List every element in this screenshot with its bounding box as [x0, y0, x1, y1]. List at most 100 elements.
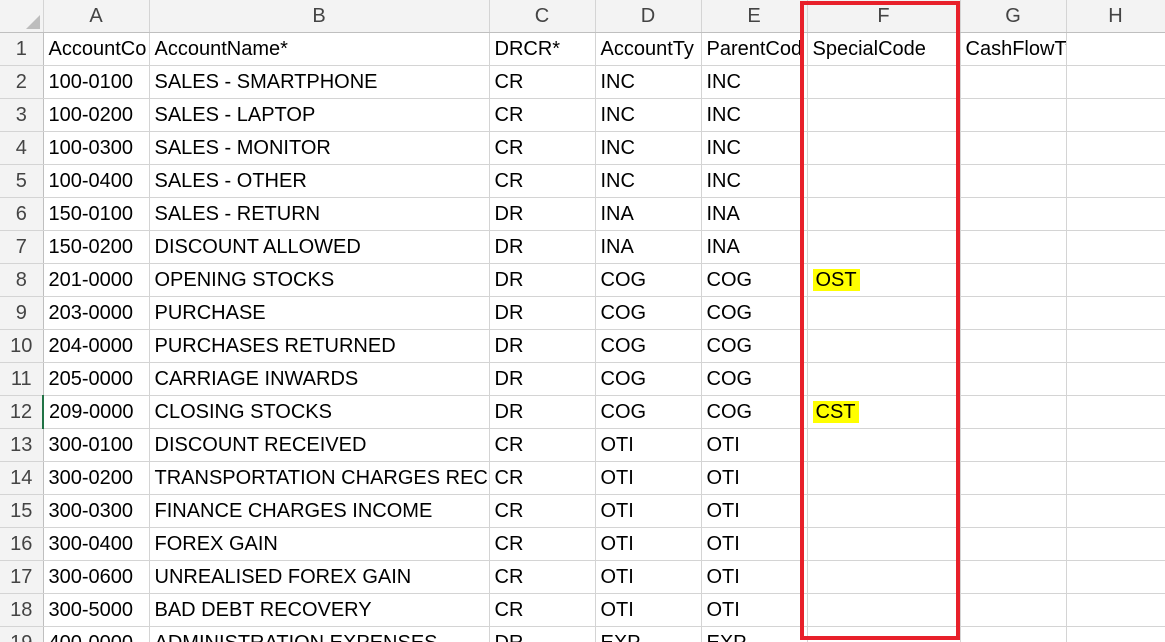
- cell-a9[interactable]: 203-0000: [43, 296, 150, 330]
- cell-a12[interactable]: 209-0000: [43, 395, 150, 429]
- cell-a5[interactable]: 100-0400: [43, 164, 150, 198]
- row-header-13[interactable]: 13: [0, 428, 44, 462]
- cell-e9[interactable]: COG: [701, 296, 808, 330]
- cell-c14[interactable]: CR: [489, 461, 596, 495]
- cell-e11[interactable]: COG: [701, 362, 808, 396]
- cell-a10[interactable]: 204-0000: [43, 329, 150, 363]
- cell-b8[interactable]: OPENING STOCKS: [149, 263, 490, 297]
- cell-d19[interactable]: EXP: [595, 626, 702, 642]
- cell-d2[interactable]: INC: [595, 65, 702, 99]
- cell-d14[interactable]: OTI: [595, 461, 702, 495]
- cell-g10[interactable]: [960, 329, 1067, 363]
- cell-g5[interactable]: [960, 164, 1067, 198]
- cell-a2[interactable]: 100-0100: [43, 65, 150, 99]
- cell-h18[interactable]: [1066, 593, 1165, 627]
- cell-e10[interactable]: COG: [701, 329, 808, 363]
- cell-a14[interactable]: 300-0200: [43, 461, 150, 495]
- cell-h5[interactable]: [1066, 164, 1165, 198]
- row-header-4[interactable]: 4: [0, 131, 44, 165]
- cell-a17[interactable]: 300-0600: [43, 560, 150, 594]
- select-all-corner[interactable]: [0, 0, 44, 33]
- cell-f2[interactable]: [807, 65, 961, 99]
- cell-h2[interactable]: [1066, 65, 1165, 99]
- cell-b14[interactable]: TRANSPORTATION CHARGES RECE: [149, 461, 490, 495]
- cell-c6[interactable]: DR: [489, 197, 596, 231]
- cell-c3[interactable]: CR: [489, 98, 596, 132]
- cell-g6[interactable]: [960, 197, 1067, 231]
- cell-f17[interactable]: [807, 560, 961, 594]
- cell-f9[interactable]: [807, 296, 961, 330]
- cell-g8[interactable]: [960, 263, 1067, 297]
- cell-g7[interactable]: [960, 230, 1067, 264]
- cell-c2[interactable]: CR: [489, 65, 596, 99]
- cell-f4[interactable]: [807, 131, 961, 165]
- cell-d7[interactable]: INA: [595, 230, 702, 264]
- cell-c17[interactable]: CR: [489, 560, 596, 594]
- row-header-11[interactable]: 11: [0, 362, 44, 396]
- cell-g18[interactable]: [960, 593, 1067, 627]
- cell-b11[interactable]: CARRIAGE INWARDS: [149, 362, 490, 396]
- cell-c5[interactable]: CR: [489, 164, 596, 198]
- cell-f16[interactable]: [807, 527, 961, 561]
- cell-a6[interactable]: 150-0100: [43, 197, 150, 231]
- cell-f10[interactable]: [807, 329, 961, 363]
- cell-h14[interactable]: [1066, 461, 1165, 495]
- cell-c9[interactable]: DR: [489, 296, 596, 330]
- cell-f13[interactable]: [807, 428, 961, 462]
- cell-f6[interactable]: [807, 197, 961, 231]
- cell-d6[interactable]: INA: [595, 197, 702, 231]
- cell-c15[interactable]: CR: [489, 494, 596, 528]
- column-header-d[interactable]: D: [595, 0, 702, 33]
- cell-e7[interactable]: INA: [701, 230, 808, 264]
- row-header-18[interactable]: 18: [0, 593, 44, 627]
- row-header-5[interactable]: 5: [0, 164, 44, 198]
- cell-c18[interactable]: CR: [489, 593, 596, 627]
- cell-e8[interactable]: COG: [701, 263, 808, 297]
- cell-e16[interactable]: OTI: [701, 527, 808, 561]
- cell-d1[interactable]: AccountTy: [595, 32, 702, 66]
- cell-h13[interactable]: [1066, 428, 1165, 462]
- cell-d4[interactable]: INC: [595, 131, 702, 165]
- cell-g13[interactable]: [960, 428, 1067, 462]
- cell-c13[interactable]: CR: [489, 428, 596, 462]
- cell-g1[interactable]: CashFlowType: [960, 32, 1067, 66]
- row-header-3[interactable]: 3: [0, 98, 44, 132]
- cell-e19[interactable]: EXP: [701, 626, 808, 642]
- cell-f18[interactable]: [807, 593, 961, 627]
- cell-a19[interactable]: 400-0000: [43, 626, 150, 642]
- cell-d5[interactable]: INC: [595, 164, 702, 198]
- cell-e17[interactable]: OTI: [701, 560, 808, 594]
- row-header-1[interactable]: 1: [0, 32, 44, 66]
- cell-g12[interactable]: [960, 395, 1067, 429]
- cell-b13[interactable]: DISCOUNT RECEIVED: [149, 428, 490, 462]
- cell-a15[interactable]: 300-0300: [43, 494, 150, 528]
- cell-h12[interactable]: [1066, 395, 1165, 429]
- cell-b7[interactable]: DISCOUNT ALLOWED: [149, 230, 490, 264]
- cell-b3[interactable]: SALES - LAPTOP: [149, 98, 490, 132]
- cell-b17[interactable]: UNREALISED FOREX GAIN: [149, 560, 490, 594]
- cell-h3[interactable]: [1066, 98, 1165, 132]
- cell-a13[interactable]: 300-0100: [43, 428, 150, 462]
- cell-h1[interactable]: [1066, 32, 1165, 66]
- cell-a7[interactable]: 150-0200: [43, 230, 150, 264]
- cell-f11[interactable]: [807, 362, 961, 396]
- cell-f8[interactable]: OST: [807, 263, 961, 297]
- column-header-a[interactable]: A: [43, 0, 150, 33]
- cell-d18[interactable]: OTI: [595, 593, 702, 627]
- cell-b12[interactable]: CLOSING STOCKS: [149, 395, 490, 429]
- cell-a16[interactable]: 300-0400: [43, 527, 150, 561]
- cell-d10[interactable]: COG: [595, 329, 702, 363]
- cell-b2[interactable]: SALES - SMARTPHONE: [149, 65, 490, 99]
- column-header-c[interactable]: C: [489, 0, 596, 33]
- cell-c1[interactable]: DRCR*: [489, 32, 596, 66]
- cell-g11[interactable]: [960, 362, 1067, 396]
- row-header-9[interactable]: 9: [0, 296, 44, 330]
- cell-a11[interactable]: 205-0000: [43, 362, 150, 396]
- cell-f19[interactable]: [807, 626, 961, 642]
- cell-g17[interactable]: [960, 560, 1067, 594]
- row-header-7[interactable]: 7: [0, 230, 44, 264]
- cell-d3[interactable]: INC: [595, 98, 702, 132]
- row-header-6[interactable]: 6: [0, 197, 44, 231]
- cell-b9[interactable]: PURCHASE: [149, 296, 490, 330]
- cell-h6[interactable]: [1066, 197, 1165, 231]
